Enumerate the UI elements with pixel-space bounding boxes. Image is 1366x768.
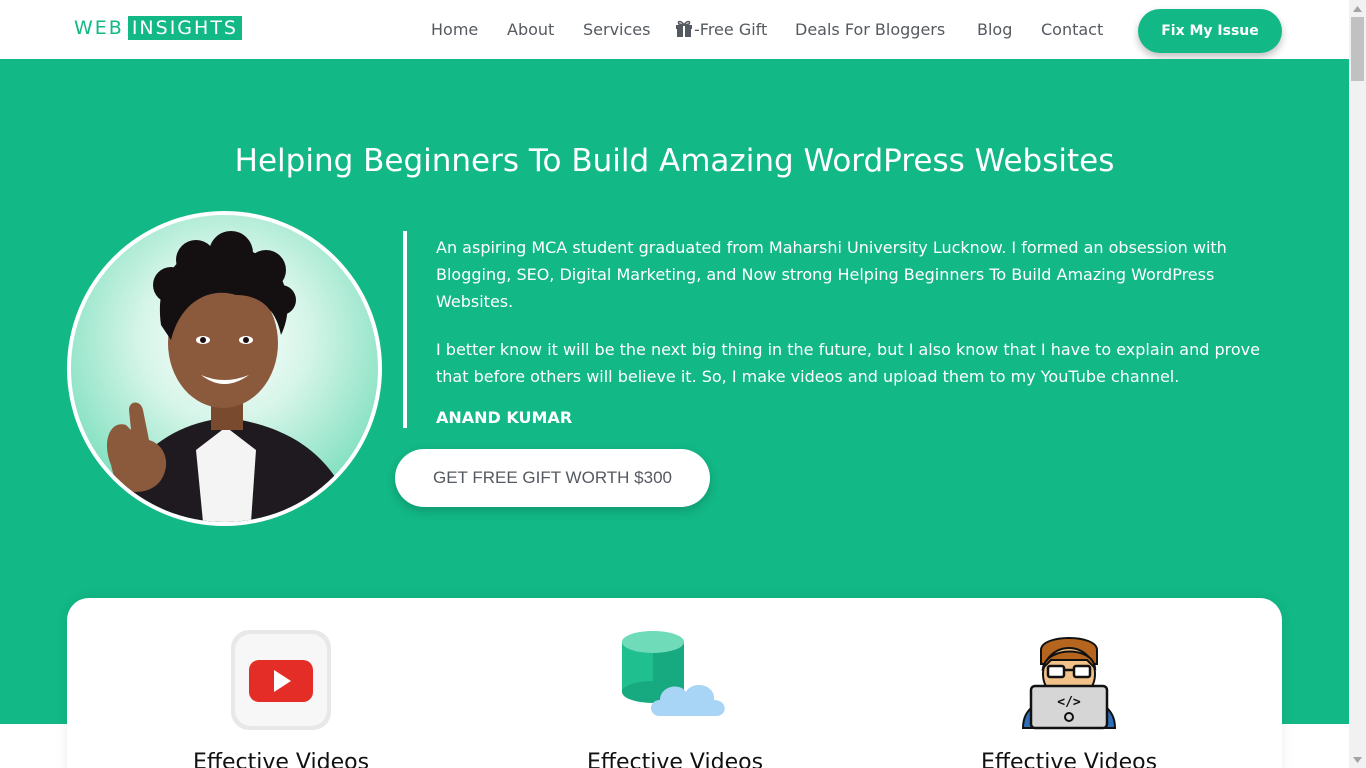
author-bio: An aspiring MCA student graduated from M… (436, 234, 1286, 411)
quote-bar (403, 231, 407, 428)
site-header: WEB INSIGHTS Home About Services -Free G… (0, 0, 1349, 59)
bio-paragraph: I better know it will be the next big th… (436, 340, 1260, 386)
scroll-thumb[interactable] (1351, 17, 1364, 81)
author-name: ANAND KUMAR (436, 408, 573, 427)
person-illustration (106, 231, 356, 522)
feature-title: Effective Videos (980, 750, 1158, 768)
nav-contact[interactable]: Contact (1041, 20, 1103, 40)
hero-title: Helping Beginners To Build Amazing WordP… (234, 143, 1115, 179)
nav-deals-for-bloggers[interactable]: Deals For Bloggers (795, 20, 945, 40)
author-photo (71, 215, 378, 522)
database-cloud-icon (620, 628, 730, 724)
features-card: Effective Videos Effective Videos </> Ef… (67, 598, 1282, 768)
svg-text:</>: </> (1057, 695, 1081, 710)
nav-about[interactable]: About (507, 20, 554, 40)
scroll-down-arrow-icon[interactable] (1349, 751, 1366, 768)
nav-blog[interactable]: Blog (977, 20, 1012, 40)
author-avatar (67, 211, 382, 526)
nav-services[interactable]: Services (583, 20, 650, 40)
scroll-up-arrow-icon[interactable] (1349, 0, 1366, 17)
nav-home[interactable]: Home (431, 20, 478, 40)
feature-item: Effective Videos (475, 598, 875, 768)
get-free-gift-button[interactable]: GET FREE GIFT WORTH $300 (395, 449, 710, 507)
bio-paragraph: An aspiring MCA student graduated from M… (436, 238, 1227, 311)
feature-item: </> Effective Videos (869, 598, 1269, 768)
feature-item: Effective Videos (81, 598, 481, 768)
fix-my-issue-button[interactable]: Fix My Issue (1138, 9, 1282, 53)
feature-title: Effective Videos (586, 750, 764, 768)
developer-icon: </> (1017, 628, 1121, 736)
feature-title: Effective Videos (192, 750, 370, 768)
nav-free-gift-label: -Free Gift (694, 20, 768, 39)
page-scrollbar[interactable] (1349, 0, 1366, 768)
youtube-icon (229, 628, 333, 736)
nav-free-gift[interactable]: -Free Gift (675, 20, 767, 40)
gift-icon (676, 20, 692, 37)
